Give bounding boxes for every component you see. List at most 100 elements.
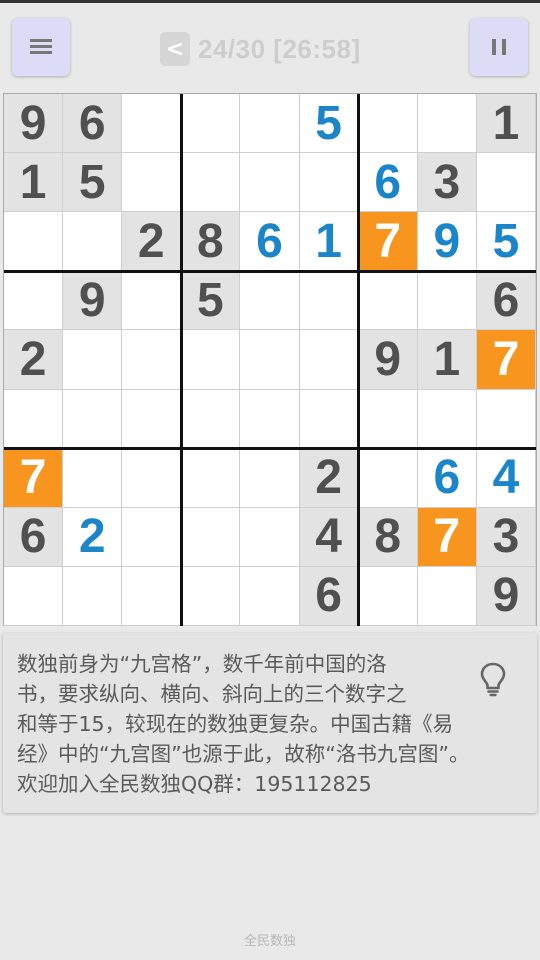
menu-icon	[30, 39, 52, 55]
sudoku-cell-r8c8[interactable]: 7	[417, 507, 477, 567]
sudoku-cell-r8c1[interactable]: 6	[4, 507, 64, 567]
sudoku-cell-r4c3[interactable]	[122, 271, 182, 331]
sudoku-cell-r9c6[interactable]: 6	[299, 566, 359, 626]
sudoku-cell-r5c2[interactable]	[63, 330, 123, 390]
sudoku-cell-r1c8[interactable]	[417, 94, 477, 154]
sudoku-cell-r6c2[interactable]	[63, 389, 123, 449]
sudoku-cell-r5c5[interactable]	[240, 330, 300, 390]
sudoku-cell-r2c6[interactable]	[299, 153, 359, 213]
sudoku-cell-r5c1[interactable]: 2	[4, 330, 64, 390]
sudoku-cell-r4c7[interactable]	[358, 271, 418, 331]
sudoku-cell-r6c6[interactable]	[299, 389, 359, 449]
sudoku-cell-r2c5[interactable]	[240, 153, 300, 213]
sudoku-cell-r5c4[interactable]	[181, 330, 241, 390]
sudoku-cell-r6c9[interactable]	[476, 389, 536, 449]
sudoku-cell-r9c5[interactable]	[240, 566, 300, 626]
sudoku-cell-r3c7[interactable]: 7	[358, 212, 418, 272]
sudoku-cell-r6c5[interactable]	[240, 389, 300, 449]
sudoku-cell-r9c4[interactable]	[181, 566, 241, 626]
sudoku-cell-r2c2[interactable]: 5	[63, 153, 123, 213]
sudoku-cell-r4c2[interactable]: 9	[63, 271, 123, 331]
pause-button[interactable]	[470, 18, 528, 76]
tip-line: 书，要求纵向、横向、斜向上的三个数字之	[17, 682, 407, 706]
sudoku-cell-r4c9[interactable]: 6	[476, 271, 536, 331]
sudoku-cell-r4c1[interactable]	[4, 271, 64, 331]
tip-line: 经》中的“九宫图”也源于此，故称“洛书九宫图”。	[17, 742, 470, 766]
sudoku-cell-r1c3[interactable]	[122, 94, 182, 154]
sudoku-cell-r6c7[interactable]	[358, 389, 418, 449]
sudoku-cell-r6c1[interactable]	[4, 389, 64, 449]
sudoku-cell-r8c5[interactable]	[240, 507, 300, 567]
sudoku-cell-r9c1[interactable]	[4, 566, 64, 626]
sudoku-cell-r8c9[interactable]: 3	[476, 507, 536, 567]
title-group: < 24/30 [26:58]	[160, 29, 361, 69]
sudoku-cell-r2c3[interactable]	[122, 153, 182, 213]
sudoku-cell-r3c4[interactable]: 8	[181, 212, 241, 272]
sudoku-cell-r1c6[interactable]: 5	[299, 94, 359, 154]
sudoku-cell-r6c4[interactable]	[181, 389, 241, 449]
tip-line: 和等于15，较现在的数独更复杂。中国古籍《易	[17, 712, 454, 736]
sudoku-cell-r6c3[interactable]	[122, 389, 182, 449]
sudoku-cell-r5c8[interactable]: 1	[417, 330, 477, 390]
sudoku-cell-r7c5[interactable]	[240, 448, 300, 508]
sudoku-cell-r3c9[interactable]: 5	[476, 212, 536, 272]
puzzle-progress-timer: 24/30 [26:58]	[198, 33, 361, 64]
sudoku-cell-r3c6[interactable]: 1	[299, 212, 359, 272]
sudoku-cell-r4c5[interactable]	[240, 271, 300, 331]
sudoku-cell-r9c3[interactable]	[122, 566, 182, 626]
sudoku-cell-r7c8[interactable]: 6	[417, 448, 477, 508]
sudoku-cell-r8c6[interactable]: 4	[299, 507, 359, 567]
box-divider-vertical	[179, 94, 183, 626]
sudoku-cell-r9c2[interactable]	[63, 566, 123, 626]
sudoku-board: 9651156328617959562917726462487369	[3, 93, 537, 626]
sudoku-cell-r1c5[interactable]	[240, 94, 300, 154]
box-divider-horizontal	[4, 269, 536, 273]
pause-icon	[492, 39, 506, 55]
sudoku-cell-r9c8[interactable]	[417, 566, 477, 626]
sudoku-cell-r6c8[interactable]	[417, 389, 477, 449]
tip-line: 数独前身为“九宫格”，数千年前中国的洛	[17, 652, 387, 676]
sudoku-cell-r2c9[interactable]	[476, 153, 536, 213]
header-bar: < 24/30 [26:58]	[0, 3, 540, 91]
sudoku-cell-r2c7[interactable]: 6	[358, 153, 418, 213]
sudoku-cell-r3c1[interactable]	[4, 212, 64, 272]
sudoku-cell-r8c3[interactable]	[122, 507, 182, 567]
sudoku-cell-r8c2[interactable]: 2	[63, 507, 123, 567]
sudoku-cell-r7c6[interactable]: 2	[299, 448, 359, 508]
sudoku-cell-r4c4[interactable]: 5	[181, 271, 241, 331]
sudoku-cell-r7c4[interactable]	[181, 448, 241, 508]
sudoku-cell-r1c7[interactable]	[358, 94, 418, 154]
sudoku-cell-r7c7[interactable]	[358, 448, 418, 508]
back-button[interactable]: <	[160, 32, 190, 66]
sudoku-cell-r1c9[interactable]: 1	[476, 94, 536, 154]
sudoku-cell-r2c8[interactable]: 3	[417, 153, 477, 213]
sudoku-cell-r9c7[interactable]	[358, 566, 418, 626]
tip-line: 欢迎加入全民数独QQ群：195112825	[17, 772, 372, 796]
sudoku-cell-r4c6[interactable]	[299, 271, 359, 331]
menu-button[interactable]	[12, 18, 70, 76]
sudoku-cell-r7c9[interactable]: 4	[476, 448, 536, 508]
sudoku-cell-r8c4[interactable]	[181, 507, 241, 567]
sudoku-cell-r2c1[interactable]: 1	[4, 153, 64, 213]
sudoku-cell-r3c5[interactable]: 6	[240, 212, 300, 272]
sudoku-cell-r9c9[interactable]: 9	[476, 566, 536, 626]
sudoku-cell-r7c2[interactable]	[63, 448, 123, 508]
footer-app-name: 全民数独	[243, 934, 296, 949]
sudoku-cell-r3c3[interactable]: 2	[122, 212, 182, 272]
sudoku-cell-r1c1[interactable]: 9	[4, 94, 64, 154]
sudoku-cell-r1c2[interactable]: 6	[63, 94, 123, 154]
sudoku-cell-r5c6[interactable]	[299, 330, 359, 390]
sudoku-cell-r8c7[interactable]: 8	[358, 507, 418, 567]
sudoku-cell-r2c4[interactable]	[181, 153, 241, 213]
sudoku-cell-r1c4[interactable]	[181, 94, 241, 154]
sudoku-cell-r3c2[interactable]	[63, 212, 123, 272]
sudoku-cell-r5c3[interactable]	[122, 330, 182, 390]
sudoku-cell-r3c8[interactable]: 9	[417, 212, 477, 272]
sudoku-cell-r7c3[interactable]	[122, 448, 182, 508]
lightbulb-icon[interactable]	[479, 661, 507, 697]
sudoku-cell-r5c9[interactable]: 7	[476, 330, 536, 390]
sudoku-cell-r5c7[interactable]: 9	[358, 330, 418, 390]
sudoku-cell-r4c8[interactable]	[417, 271, 477, 331]
tip-panel: 数独前身为“九宫格”，数千年前中国的洛 书，要求纵向、横向、斜向上的三个数字之 …	[3, 633, 537, 813]
sudoku-cell-r7c1[interactable]: 7	[4, 448, 64, 508]
